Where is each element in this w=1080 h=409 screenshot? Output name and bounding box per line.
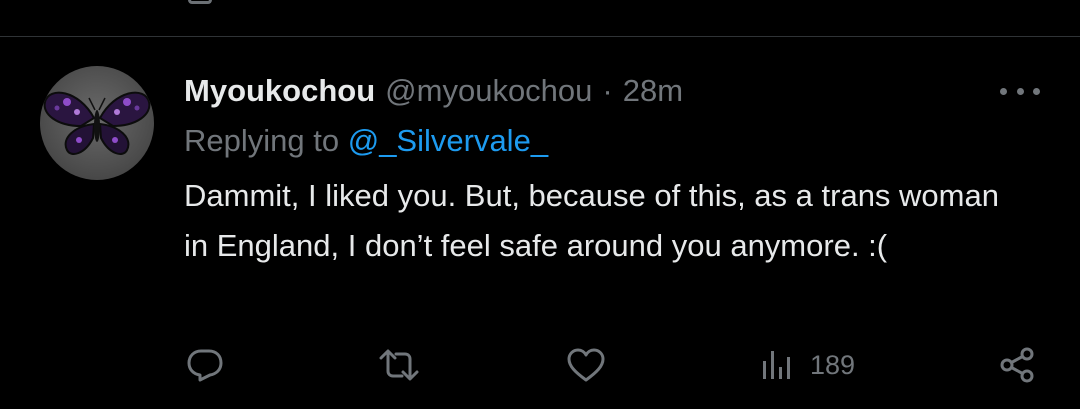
separator-dot: · xyxy=(602,73,613,108)
more-icon xyxy=(1000,87,1007,95)
display-name[interactable]: Myoukochou xyxy=(184,71,375,111)
tweet-text: Dammit, I liked you. But, because of thi… xyxy=(184,178,999,263)
user-handle[interactable]: @myoukochou xyxy=(385,71,592,111)
views-count: 189 xyxy=(810,349,856,380)
tweet[interactable]: Myoukochou @myoukochou · 28m Replying to… xyxy=(0,37,1080,409)
share-button[interactable] xyxy=(998,345,1036,385)
heart-icon xyxy=(567,348,605,382)
reply-icon xyxy=(187,349,223,382)
avatar[interactable] xyxy=(40,66,154,180)
previous-tweet-action-icon[interactable] xyxy=(188,0,212,4)
share-icon xyxy=(1000,347,1034,383)
timestamp[interactable]: 28m xyxy=(623,71,683,111)
reply-button[interactable] xyxy=(186,345,224,385)
more-options-button[interactable] xyxy=(1000,81,1040,101)
butterfly-icon xyxy=(43,91,151,155)
retweet-button[interactable] xyxy=(378,345,420,385)
views-icon xyxy=(763,351,790,379)
retweet-icon xyxy=(379,349,419,381)
tweet-header: Myoukochou @myoukochou · 28m xyxy=(184,71,683,111)
replying-to: Replying to @_Silvervale_ xyxy=(184,121,548,161)
like-button[interactable] xyxy=(566,345,606,385)
views-button[interactable]: 189 xyxy=(760,345,855,385)
replying-to-label: Replying to xyxy=(184,123,340,158)
mention-link[interactable]: @_Silvervale_ xyxy=(348,123,548,158)
